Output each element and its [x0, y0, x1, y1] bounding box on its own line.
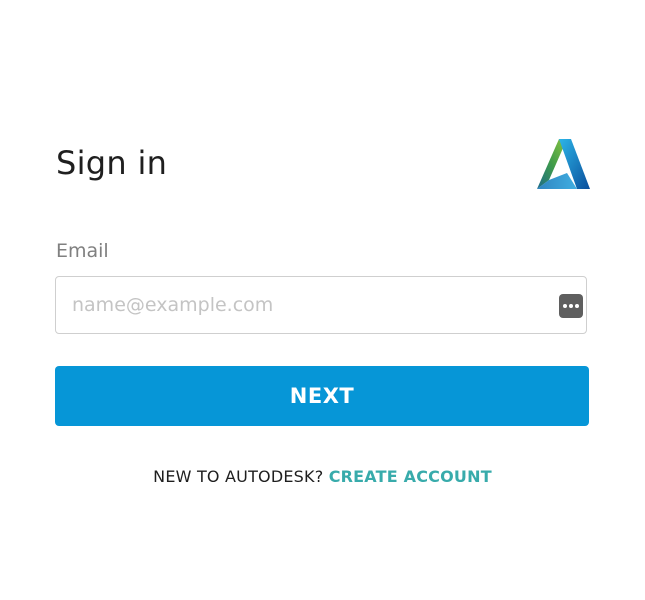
autodesk-logo-icon	[537, 139, 590, 189]
next-button[interactable]: NEXT	[55, 366, 589, 426]
sign-in-page: Sign in Email NEXT N	[0, 0, 645, 600]
page-title: Sign in	[56, 144, 168, 182]
password-manager-icon[interactable]	[559, 294, 583, 318]
create-account-link[interactable]: CREATE ACCOUNT	[329, 467, 492, 486]
create-account-row: NEW TO AUTODESK? CREATE ACCOUNT	[0, 466, 645, 488]
email-label: Email	[56, 240, 109, 262]
email-input[interactable]	[72, 277, 542, 333]
email-field-container	[55, 276, 587, 334]
new-user-prompt: NEW TO AUTODESK?	[153, 467, 329, 486]
